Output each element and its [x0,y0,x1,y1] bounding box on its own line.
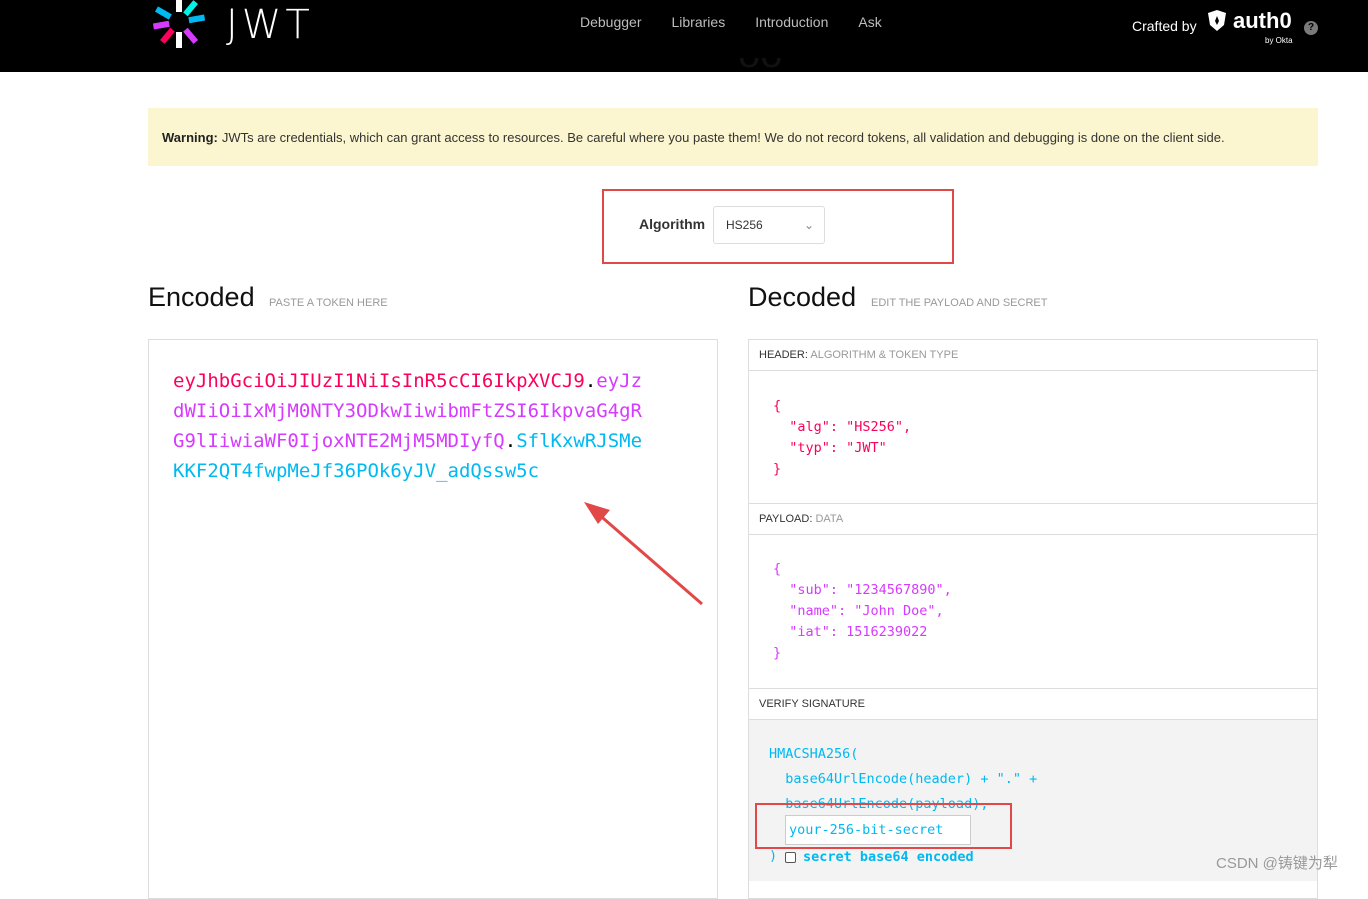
warning-text: JWTs are credentials, which can grant ac… [221,129,1225,145]
nav-link-ask[interactable]: Ask [858,14,881,30]
payload-section-title: PAYLOAD: DATA [749,504,1317,535]
top-navigation-bar: JWT Debugger Libraries Introduction Ask … [0,0,1368,72]
nav-link-libraries[interactable]: Libraries [672,14,726,30]
auth0-shield-icon [1208,10,1226,31]
annotation-arrow-icon [584,502,703,606]
chevron-down-icon: ⌄ [803,218,814,232]
watermark-text: CSDN @铸键为犁 [1216,855,1338,872]
payload-json-editor[interactable]: { "sub": "1234567890", "name": "John Doe… [773,559,952,664]
encoded-token-text[interactable]: eyJhbGciOiJIUzI1NiIsInR5cCI6IkpXVCJ9.eyJ… [173,366,653,486]
jwt-logo[interactable]: JWT [148,0,348,56]
header-label: HEADER: [759,349,808,361]
token-header-part: eyJhbGciOiJIUzI1NiIsInR5cCI6IkpXVCJ9 [173,370,585,392]
token-dot: . [584,370,597,392]
nav-link-introduction[interactable]: Introduction [755,14,828,30]
jwt-logo-icon [152,0,206,48]
decoded-title: Decoded [748,282,857,312]
main-nav: Debugger Libraries Introduction Ask [580,14,882,30]
token-dot: . [504,430,517,452]
help-icon[interactable]: ? [1304,21,1318,35]
header-json-editor[interactable]: { "alg": "HS256", "typ": "JWT" } [773,396,911,480]
signature-section-title: VERIFY SIGNATURE [749,689,1317,720]
algorithm-select[interactable]: HS256 ⌄ [713,206,825,244]
payload-sublabel: DATA [815,513,844,525]
warning-banner: Warning: JWTs are credentials, which can… [148,108,1318,166]
crafted-by-text: Crafted by [1132,18,1197,34]
encoded-subtitle: PASTE A TOKEN HERE [269,297,388,309]
by-okta-text: by Okta [1265,36,1293,45]
header-sublabel: ALGORITHM & TOKEN TYPE [810,349,959,361]
nav-link-debugger[interactable]: Debugger [580,14,642,30]
auth0-brand-text: auth0 [1233,8,1292,33]
algorithm-selected-value: HS256 [726,218,763,232]
secret-highlight-box [755,803,1012,849]
payload-label: PAYLOAD: [759,513,813,525]
auth0-brand-link[interactable]: auth0 [1205,8,1292,34]
logo-text: JWT [226,2,314,48]
warning-label: Warning: [162,129,218,145]
header-section-title: HEADER: ALGORITHM & TOKEN TYPE [749,340,1317,371]
secret-base64-checkbox[interactable] [785,852,796,863]
secret-base64-label[interactable]: secret base64 encoded [803,849,974,865]
signature-close-paren: ) [769,848,778,864]
algorithm-label: Algorithm [639,216,706,232]
decoded-subtitle: EDIT THE PAYLOAD AND SECRET [871,297,1048,309]
partially-hidden-heading: ᴗᴗ [738,58,782,76]
encoded-title: Encoded [148,282,255,312]
signature-label: VERIFY SIGNATURE [759,698,865,710]
